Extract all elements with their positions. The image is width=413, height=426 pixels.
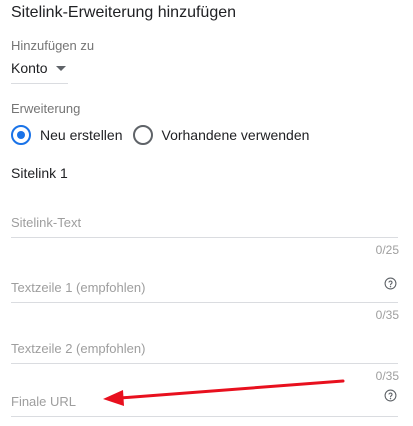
annotation-arrow: [103, 379, 345, 406]
